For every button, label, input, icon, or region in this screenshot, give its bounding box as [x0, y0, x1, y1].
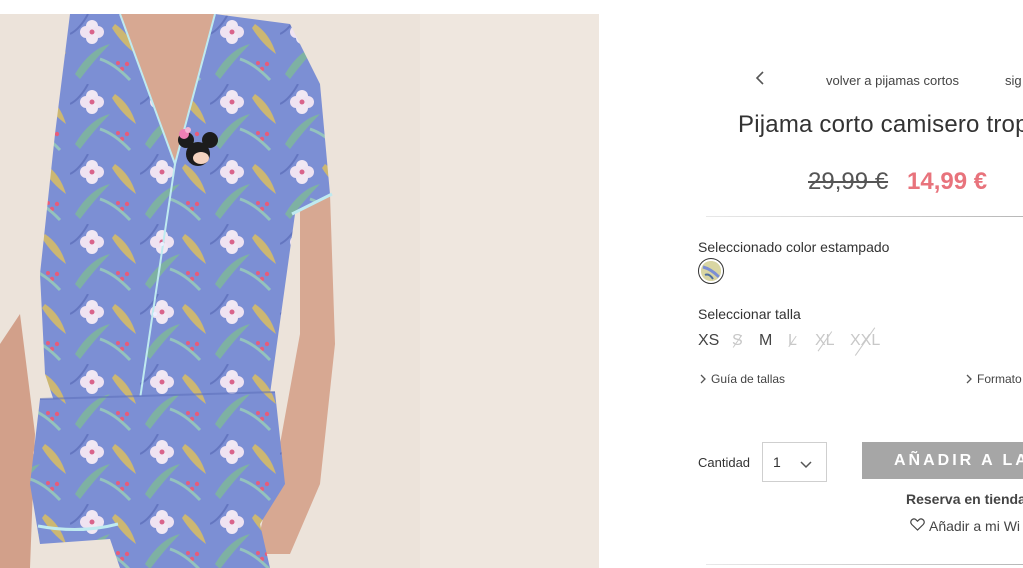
quantity-select[interactable]: 1: [762, 442, 827, 482]
sale-price: 14,99 €: [907, 168, 988, 195]
chevron-right-icon: [698, 373, 708, 385]
previous-product-button[interactable]: [752, 70, 768, 90]
divider: [706, 216, 1023, 217]
next-product-link[interactable]: sig: [1005, 73, 1022, 88]
format-label: Formato: [977, 372, 1022, 386]
size-label: Seleccionar talla: [698, 306, 801, 322]
back-to-category-link[interactable]: volver a pijamas cortos: [826, 73, 959, 88]
wishlist-label: Añadir a mi Wi: [929, 518, 1021, 534]
size-option-m[interactable]: M: [759, 332, 772, 350]
chevron-right-icon: [964, 373, 974, 385]
heart-icon: [910, 518, 925, 534]
quantity-label: Cantidad: [698, 455, 751, 470]
size-option-l[interactable]: L: [788, 332, 797, 350]
size-option-xl[interactable]: XL: [815, 332, 835, 350]
divider-bottom: [706, 564, 1023, 565]
size-option-xs[interactable]: XS: [698, 332, 719, 350]
quantity-value: 1: [773, 454, 781, 470]
chevron-down-icon: [800, 456, 812, 472]
size-guide-label: Guía de tallas: [711, 372, 786, 386]
reserve-in-store-link[interactable]: Reserva en tienda: [906, 491, 1023, 507]
size-guide-link[interactable]: Guía de tallas: [698, 372, 785, 386]
add-to-wishlist-link[interactable]: Añadir a mi Wi: [910, 518, 1020, 534]
product-image[interactable]: [0, 14, 599, 568]
color-label: Seleccionado color estampado: [698, 239, 890, 255]
chevron-left-icon: [755, 70, 765, 90]
size-option-s[interactable]: S: [732, 332, 743, 350]
original-price: 29,99 €: [808, 168, 889, 195]
size-option-xxl[interactable]: XXL: [850, 332, 880, 350]
format-link[interactable]: Formato: [964, 372, 1022, 386]
add-to-cart-button[interactable]: AÑADIR A LA B: [862, 442, 1023, 479]
product-title: Pijama corto camisero trop: [738, 111, 1023, 138]
print-swatch-icon: [701, 261, 721, 281]
color-swatch-estampado[interactable]: [698, 258, 724, 284]
product-photo-illustration: [0, 14, 599, 568]
